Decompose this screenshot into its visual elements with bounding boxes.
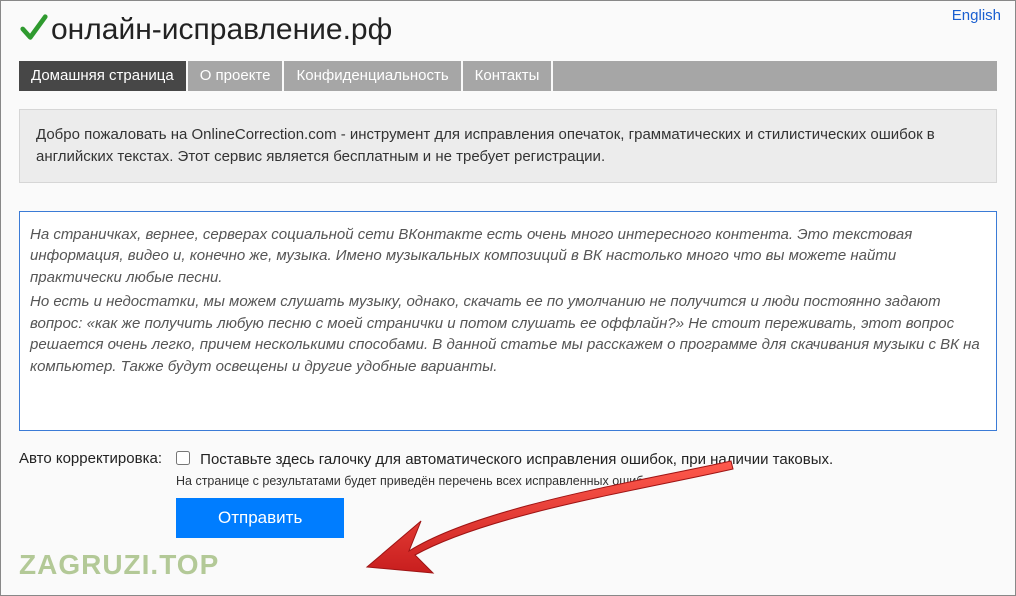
nav-privacy[interactable]: Конфиденциальность — [284, 61, 462, 91]
checkmark-icon — [19, 13, 49, 43]
site-logo: онлайн-исправление.рф — [19, 9, 997, 47]
auto-correct-text: Поставьте здесь галочку для автоматическ… — [200, 451, 833, 468]
auto-correct-hint: На странице с результатами будет приведё… — [176, 474, 997, 488]
auto-correct-label: Авто корректировка: — [19, 449, 162, 467]
auto-correct-option[interactable]: Поставьте здесь галочку для автоматическ… — [176, 451, 833, 468]
watermark: ZAGRUZI.TOP — [19, 549, 219, 581]
welcome-message: Добро пожаловать на OnlineCorrection.com… — [19, 109, 997, 183]
text-editor[interactable]: На страничках, вернее, серверах социальн… — [19, 211, 997, 431]
editor-paragraph: Но есть и недостатки, мы можем слушать м… — [30, 291, 986, 378]
editor-paragraph: На страничках, вернее, серверах социальн… — [30, 224, 986, 289]
nav-about[interactable]: О проекте — [188, 61, 285, 91]
site-title: онлайн-исправление.рф — [51, 13, 392, 47]
auto-correct-checkbox[interactable] — [176, 451, 190, 465]
submit-button[interactable]: Отправить — [176, 498, 344, 538]
nav-home[interactable]: Домашняя страница — [19, 61, 188, 91]
language-link[interactable]: English — [952, 7, 1001, 24]
nav-contacts[interactable]: Контакты — [463, 61, 554, 91]
main-nav: Домашняя страница О проекте Конфиденциал… — [19, 61, 997, 91]
